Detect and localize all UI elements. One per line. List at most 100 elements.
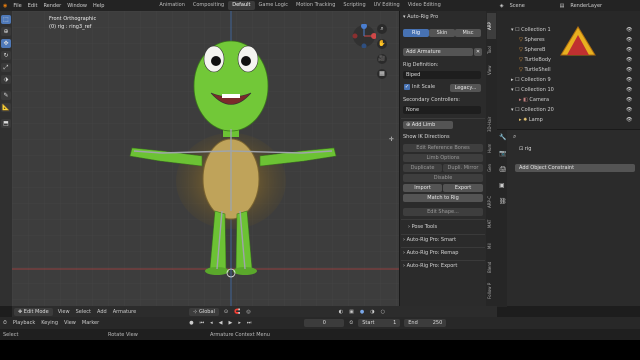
object-icon[interactable]: ▣ xyxy=(499,182,505,189)
extrude-icon[interactable]: ⬒ xyxy=(1,119,11,128)
proportional-icon[interactable]: ◎ xyxy=(243,309,253,315)
edit-shape-button[interactable]: Edit Shape... xyxy=(403,208,483,216)
transform-icon[interactable]: ⬗ xyxy=(1,75,11,84)
timeline-editor-icon[interactable]: ⏱ xyxy=(0,320,10,326)
pose-tools-section[interactable]: › Pose Tools xyxy=(408,223,488,232)
tab-compositing[interactable]: Compositing xyxy=(189,1,228,10)
play-icon[interactable]: ▶ xyxy=(225,320,235,326)
tab-animation[interactable]: Animation xyxy=(155,1,189,10)
side-tab-3d-hair[interactable]: 3D-Hair xyxy=(487,111,496,137)
scene-name[interactable]: Scene xyxy=(507,3,557,9)
outliner-row[interactable]: ▸ ☐ Collection 9 xyxy=(497,75,640,85)
side-tab-arp-c[interactable]: ARP-C xyxy=(487,191,496,213)
menu-armature[interactable]: Armature xyxy=(110,309,139,315)
blender-logo-icon[interactable]: ◉ xyxy=(0,3,10,9)
outliner-row[interactable]: ▸ ◧ Camera xyxy=(497,95,640,105)
menu-select[interactable]: Select xyxy=(73,309,94,315)
edit-reference-bones-button[interactable]: Edit Reference Bones xyxy=(403,144,483,152)
select-box-icon[interactable]: ⬚ xyxy=(1,15,11,24)
orientation-select[interactable]: ⊹ Global xyxy=(189,307,219,316)
camera-view-icon[interactable]: 🎥 xyxy=(377,54,387,64)
side-tab-mil[interactable]: Mil xyxy=(487,237,496,255)
arp-export-section[interactable]: › Auto-Rig Pro: Export xyxy=(403,262,483,271)
tool-icon[interactable]: 🔧 xyxy=(499,134,506,141)
add-object-constraint-button[interactable]: Add Object Constraint xyxy=(515,164,635,172)
render-layer-name[interactable]: RenderLayer xyxy=(567,3,605,9)
show-ik-directions[interactable]: Show IK Directions xyxy=(403,133,483,142)
overlay-icon[interactable]: ◐ xyxy=(336,309,346,315)
clock-icon[interactable]: ⏲ xyxy=(346,320,356,326)
xray-icon[interactable]: ▣ xyxy=(346,309,357,315)
menu-playback[interactable]: Playback xyxy=(10,320,38,326)
side-tab-arp[interactable]: ARP xyxy=(487,13,496,39)
rotate-icon[interactable]: ↻ xyxy=(1,51,11,60)
menu-view[interactable]: View xyxy=(55,309,73,315)
tab-misc[interactable]: Misc xyxy=(455,29,481,37)
duplicate-button[interactable]: Duplicate xyxy=(403,164,442,172)
add-armature-button[interactable]: Add Armature xyxy=(403,48,473,56)
side-tab-mat[interactable]: MAT xyxy=(487,215,496,233)
shading-solid-icon[interactable]: ● xyxy=(357,309,367,315)
menu-marker[interactable]: Marker xyxy=(79,320,102,326)
zoom-icon[interactable]: ⌕ xyxy=(377,24,387,34)
import-button[interactable]: Import xyxy=(403,184,442,192)
snap-icon[interactable]: 🧲 xyxy=(231,309,243,315)
tab-scripting[interactable]: Scripting xyxy=(339,1,369,10)
rig-definition-select[interactable]: Biped xyxy=(403,71,481,79)
search-icon[interactable]: ⌕ xyxy=(513,133,516,141)
navigation-gizmo[interactable] xyxy=(352,24,376,48)
render-icon[interactable]: 📷 xyxy=(499,150,506,157)
pan-icon[interactable]: ✋ xyxy=(377,39,387,49)
tab-video-editing[interactable]: Video Editing xyxy=(404,1,445,10)
tab-game-logic[interactable]: Game Logic xyxy=(255,1,293,10)
dupli-mirror-button[interactable]: Dupli. Mirror xyxy=(443,164,483,172)
constraint-icon[interactable]: ⛓ xyxy=(499,198,507,205)
menu-view-timeline[interactable]: View xyxy=(61,320,79,326)
side-tab-view[interactable]: View xyxy=(487,61,496,79)
side-tab-follow[interactable]: Follow P xyxy=(487,279,496,303)
move-icon[interactable]: ✥ xyxy=(1,39,11,48)
measure-icon[interactable]: 📐 xyxy=(1,103,11,112)
panel-title[interactable]: ▾ Auto-Rig Pro xyxy=(403,13,483,22)
menu-keying[interactable]: Keying xyxy=(38,320,61,326)
annotate-icon[interactable]: ✎ xyxy=(1,91,11,100)
shading-material-icon[interactable]: ◑ xyxy=(367,309,377,315)
menu-edit[interactable]: Edit xyxy=(25,3,41,9)
secondary-controllers-select[interactable]: None xyxy=(403,106,481,114)
play-reverse-icon[interactable]: ◀ xyxy=(216,320,226,326)
disable-button[interactable]: Disable xyxy=(403,174,483,182)
menu-add[interactable]: Add xyxy=(94,309,110,315)
add-limb-button[interactable]: ⊕ Add Limb xyxy=(403,121,453,129)
start-frame-field[interactable]: Start 1 xyxy=(358,319,401,327)
current-frame-field[interactable]: 0 xyxy=(304,319,345,327)
match-to-rig-button[interactable]: Match to Rig xyxy=(403,194,483,202)
pivot-icon[interactable]: ⊙ xyxy=(221,309,231,315)
3d-viewport[interactable]: Front Orthographic (0) rig : ring3_ref ⌕… xyxy=(12,11,399,306)
tab-rig[interactable]: Rig xyxy=(403,29,429,37)
outliner-row[interactable]: ▸ ✹ Lamp xyxy=(497,115,640,125)
side-tab-tool[interactable]: Tool xyxy=(487,41,496,59)
tab-motion-tracking[interactable]: Motion Tracking xyxy=(292,1,339,10)
menu-file[interactable]: File xyxy=(10,3,24,9)
output-icon[interactable]: 🖨 xyxy=(499,166,507,173)
scale-icon[interactable]: ⤢ xyxy=(1,63,11,72)
menu-render[interactable]: Render xyxy=(40,3,64,9)
legacy-button[interactable]: Legacy... xyxy=(450,84,481,92)
visibility-icons[interactable]: 👁 👁 👁 👁 👁 👁 👁 👁 👁 👁 xyxy=(626,25,632,125)
tab-skin[interactable]: Skin xyxy=(429,29,455,37)
end-frame-field[interactable]: End 250 xyxy=(404,319,447,327)
arp-remap-section[interactable]: › Auto-Rig Pro: Remap xyxy=(403,249,483,258)
tab-default[interactable]: Default xyxy=(228,1,255,10)
side-tab-gen[interactable]: Gen xyxy=(487,159,496,177)
limb-options-button[interactable]: Limb Options xyxy=(403,154,483,162)
outliner-row[interactable]: ▾ ☐ Collection 20 xyxy=(497,105,640,115)
close-icon[interactable]: ✕ xyxy=(474,48,482,56)
next-key-icon[interactable]: ▸ xyxy=(235,320,244,326)
menu-help[interactable]: Help xyxy=(90,3,107,9)
side-tab-blend[interactable]: Blend xyxy=(487,257,496,277)
jump-start-icon[interactable]: ⏮ xyxy=(197,320,208,326)
outliner-row[interactable]: ▽ TurtleShell xyxy=(497,65,640,75)
ortho-grid-icon[interactable]: ▦ xyxy=(377,69,387,79)
record-icon[interactable]: ● xyxy=(186,320,196,326)
mode-select[interactable]: ✥ Edit Mode xyxy=(14,307,53,316)
